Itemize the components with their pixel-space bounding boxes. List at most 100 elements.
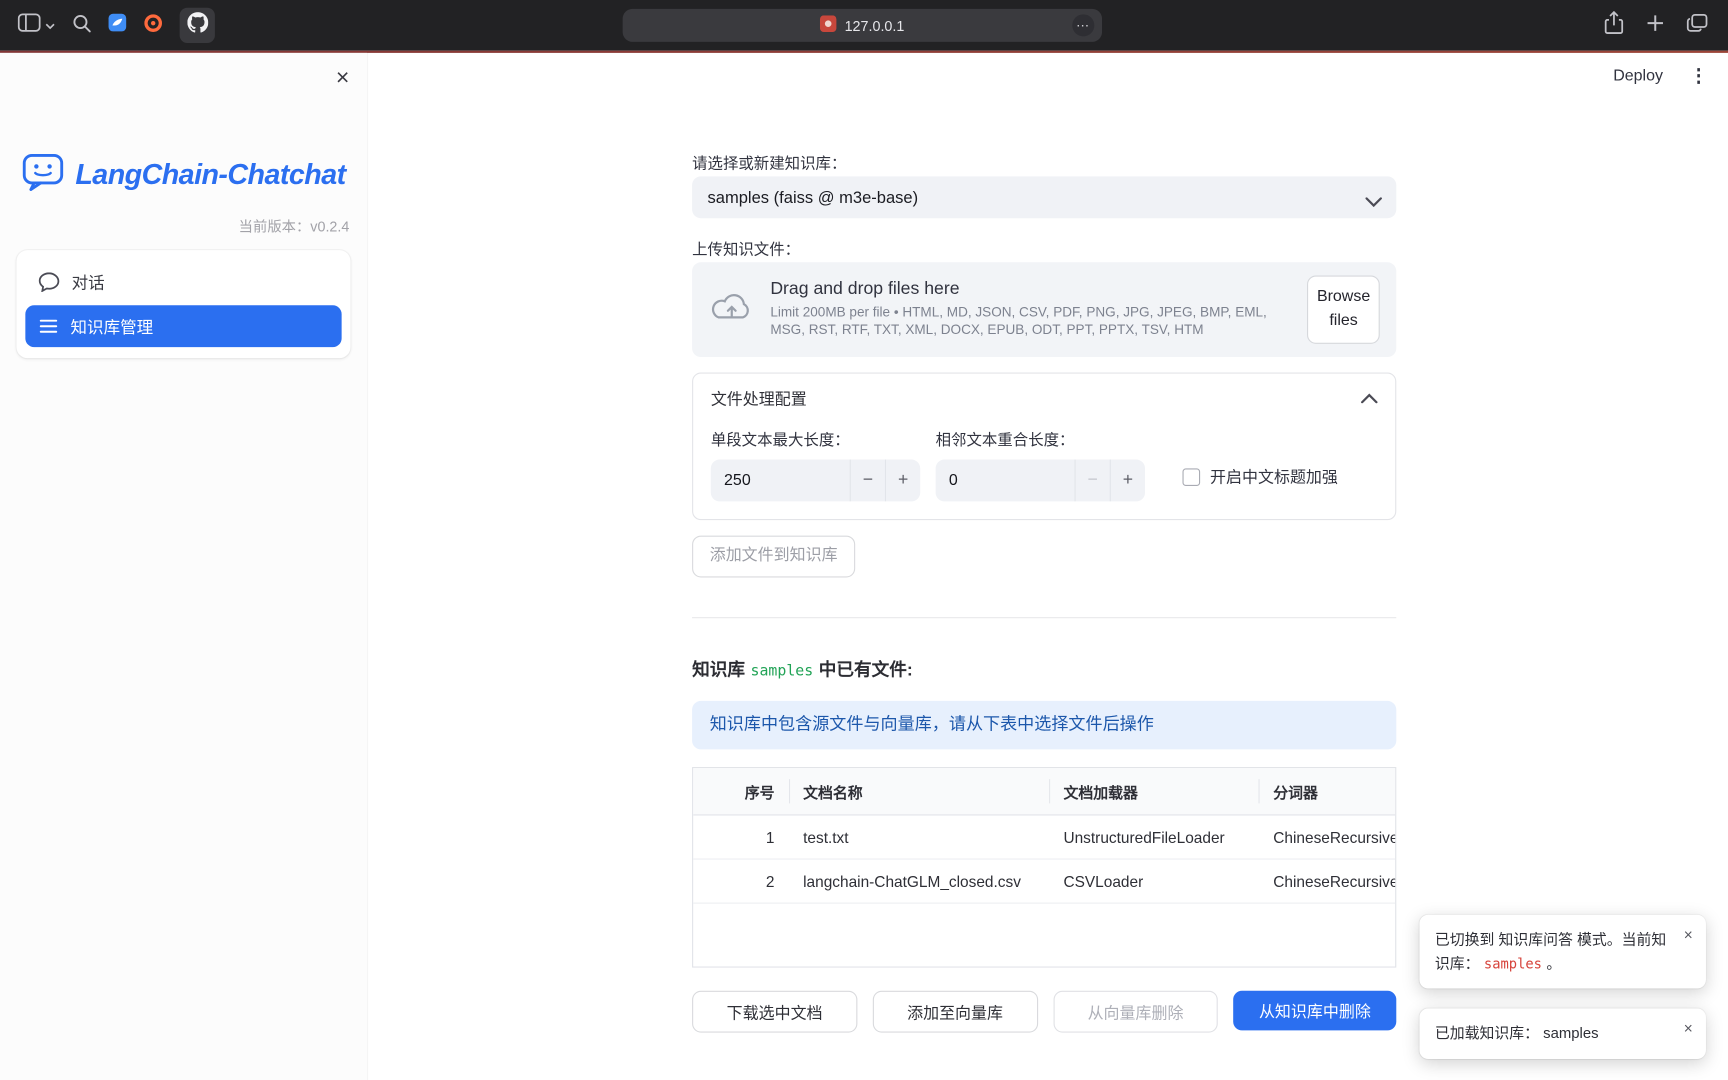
browser-toolbar: 127.0.0.1 ⋯ bbox=[0, 0, 1728, 51]
file-dropzone[interactable]: Drag and drop files here Limit 200MB per… bbox=[692, 262, 1396, 357]
files-table: 序号 文档名称 文档加载器 分词器 1 test.txt Unstructure… bbox=[692, 767, 1396, 968]
extension-orange-button[interactable] bbox=[143, 13, 163, 38]
overlap-stepper: − + bbox=[936, 460, 1145, 502]
browse-files-button[interactable]: Browse files bbox=[1307, 276, 1380, 344]
table-header-name[interactable]: 文档名称 bbox=[790, 768, 1050, 814]
cell-index: 1 bbox=[693, 816, 790, 859]
chevron-up-icon bbox=[1361, 393, 1378, 403]
chevron-down-icon bbox=[45, 15, 55, 35]
main-content: 请选择或新建知识库： samples (faiss @ m3e-base) 上传… bbox=[692, 53, 1396, 1080]
file-config-expander: 文件处理配置 单段文本最大长度： − + 相邻文本重合长度： bbox=[692, 372, 1396, 520]
heading-suffix: 中已有文件: bbox=[819, 661, 913, 680]
overlap-input[interactable] bbox=[936, 460, 1075, 502]
toast-mode-switched: 已切换到 知识库问答 模式。当前知识库：samples。 × bbox=[1419, 915, 1706, 989]
toast-kb-code: samples bbox=[1484, 955, 1542, 972]
address-bar[interactable]: 127.0.0.1 ⋯ bbox=[623, 9, 1102, 42]
table-header-splitter[interactable]: 分词器 bbox=[1260, 768, 1395, 814]
extension-orange-icon bbox=[143, 13, 163, 38]
tabs-icon bbox=[1686, 13, 1708, 38]
chunk-minus-button[interactable]: − bbox=[850, 460, 885, 502]
zh-title-checkbox-label[interactable]: 开启中文标题加强 bbox=[1210, 465, 1338, 488]
table-row[interactable]: 2 langchain-ChatGLM_closed.csv CSVLoader… bbox=[693, 860, 1395, 904]
toast-text: 已加载知识库： samples bbox=[1435, 1025, 1599, 1042]
sidebar-item-chat[interactable]: 对话 bbox=[25, 261, 341, 303]
cell-loader: CSVLoader bbox=[1050, 860, 1260, 903]
dropzone-limit-text: Limit 200MB per file • HTML, MD, JSON, C… bbox=[770, 304, 1290, 339]
sidebar: × LangChain-Chatchat 当前版本：v0.2.4 对话 知识库管… bbox=[0, 53, 367, 1080]
chat-bubble-icon bbox=[39, 272, 60, 292]
expander-header[interactable]: 文件处理配置 bbox=[693, 374, 1395, 422]
cell-loader: UnstructuredFileLoader bbox=[1050, 816, 1260, 859]
sidebar-panel-icon bbox=[18, 13, 41, 37]
search-icon bbox=[72, 13, 92, 38]
sidebar-menu: 对话 知识库管理 bbox=[17, 250, 351, 358]
heading-prefix: 知识库 bbox=[692, 661, 745, 680]
delete-from-vectorstore-button[interactable]: 从向量库删除 bbox=[1053, 991, 1218, 1033]
toast-close-button[interactable]: × bbox=[1682, 925, 1695, 945]
new-tab-button[interactable] bbox=[1645, 13, 1665, 38]
download-selected-button[interactable]: 下载选中文档 bbox=[692, 991, 857, 1033]
add-to-vectorstore-button[interactable]: 添加至向量库 bbox=[873, 991, 1038, 1033]
upload-label: 上传知识文件： bbox=[692, 238, 1396, 258]
toast-text-suffix: 。 bbox=[1546, 955, 1561, 972]
add-files-button[interactable]: 添加文件到知识库 bbox=[692, 536, 855, 578]
cell-name: test.txt bbox=[790, 816, 1050, 859]
extension-blue-icon bbox=[108, 13, 127, 37]
page: 127.0.0.1 ⋯ × bbox=[0, 0, 1728, 1080]
cell-splitter: ChineseRecursiveT bbox=[1260, 860, 1395, 903]
kb-select-value: samples (faiss @ m3e-base) bbox=[708, 188, 919, 207]
version-text: 当前版本：v0.2.4 bbox=[0, 215, 367, 236]
sidebar-toggle-button[interactable] bbox=[18, 13, 55, 37]
deploy-button[interactable]: Deploy bbox=[1613, 67, 1663, 85]
table-row[interactable]: 1 test.txt UnstructuredFileLoader Chines… bbox=[693, 816, 1395, 860]
share-button[interactable] bbox=[1603, 10, 1624, 40]
page-options-button[interactable]: ⋯ bbox=[1072, 14, 1094, 36]
cell-name: langchain-ChatGLM_closed.csv bbox=[790, 860, 1050, 903]
sidebar-close-button[interactable]: × bbox=[331, 62, 353, 94]
toast-kb-loaded: 已加载知识库： samples × bbox=[1419, 1008, 1706, 1058]
kb-name-code: samples bbox=[751, 662, 814, 680]
sidebar-item-knowledge-base[interactable]: 知识库管理 bbox=[25, 305, 341, 347]
github-icon bbox=[187, 12, 208, 38]
extension-blue-button[interactable] bbox=[108, 13, 127, 37]
cloud-upload-icon bbox=[710, 291, 754, 328]
plus-icon bbox=[1645, 13, 1665, 38]
toast-close-button[interactable]: × bbox=[1682, 1018, 1695, 1038]
sidebar-item-label: 对话 bbox=[72, 271, 105, 294]
chunk-plus-button[interactable]: + bbox=[885, 460, 920, 502]
overlap-minus-button[interactable]: − bbox=[1074, 460, 1109, 502]
kb-select-label: 请选择或新建知识库： bbox=[692, 152, 1396, 172]
chunk-size-stepper: − + bbox=[711, 460, 920, 502]
expander-title: 文件处理配置 bbox=[711, 386, 807, 409]
table-actions: 下载选中文档 添加至向量库 从向量库删除 从知识库中删除 bbox=[692, 991, 1396, 1033]
chunk-size-label: 单段文本最大长度： bbox=[711, 429, 920, 451]
table-header-index[interactable]: 序号 bbox=[693, 768, 790, 814]
cell-index: 2 bbox=[693, 860, 790, 903]
kb-select[interactable]: samples (faiss @ m3e-base) bbox=[692, 176, 1396, 218]
app-toolbar: Deploy ⋮ bbox=[1613, 66, 1712, 85]
logo-icon bbox=[21, 152, 65, 197]
url-text: 127.0.0.1 bbox=[845, 17, 905, 34]
chevron-down-icon bbox=[1365, 193, 1382, 212]
tab-overview-button[interactable] bbox=[1686, 13, 1708, 38]
cell-splitter: ChineseRecursiveT bbox=[1260, 816, 1395, 859]
share-icon bbox=[1603, 10, 1624, 40]
zh-title-checkbox[interactable] bbox=[1182, 468, 1200, 486]
info-banner: 知识库中包含源文件与向量库，请从下表中选择文件后操作 bbox=[692, 701, 1396, 749]
sidebar-item-label: 知识库管理 bbox=[71, 315, 154, 338]
dropzone-title: Drag and drop files here bbox=[770, 280, 1290, 300]
table-header-loader[interactable]: 文档加载器 bbox=[1050, 768, 1260, 814]
logo-text: LangChain-Chatchat bbox=[75, 158, 345, 192]
app-logo: LangChain-Chatchat bbox=[0, 152, 367, 197]
list-stack-icon bbox=[39, 317, 59, 335]
chunk-size-input[interactable] bbox=[711, 460, 850, 502]
overlap-plus-button[interactable]: + bbox=[1110, 460, 1145, 502]
kebab-menu-icon[interactable]: ⋮ bbox=[1685, 66, 1713, 85]
search-button[interactable] bbox=[72, 13, 92, 38]
delete-from-kb-button[interactable]: 从知识库中删除 bbox=[1233, 991, 1396, 1031]
overlap-label: 相邻文本重合长度： bbox=[936, 429, 1145, 451]
site-favicon bbox=[820, 15, 837, 35]
existing-files-heading: 知识库 samples 中已有文件: bbox=[692, 655, 1396, 681]
github-button[interactable] bbox=[180, 8, 215, 43]
table-header-row: 序号 文档名称 文档加载器 分词器 bbox=[693, 768, 1395, 815]
